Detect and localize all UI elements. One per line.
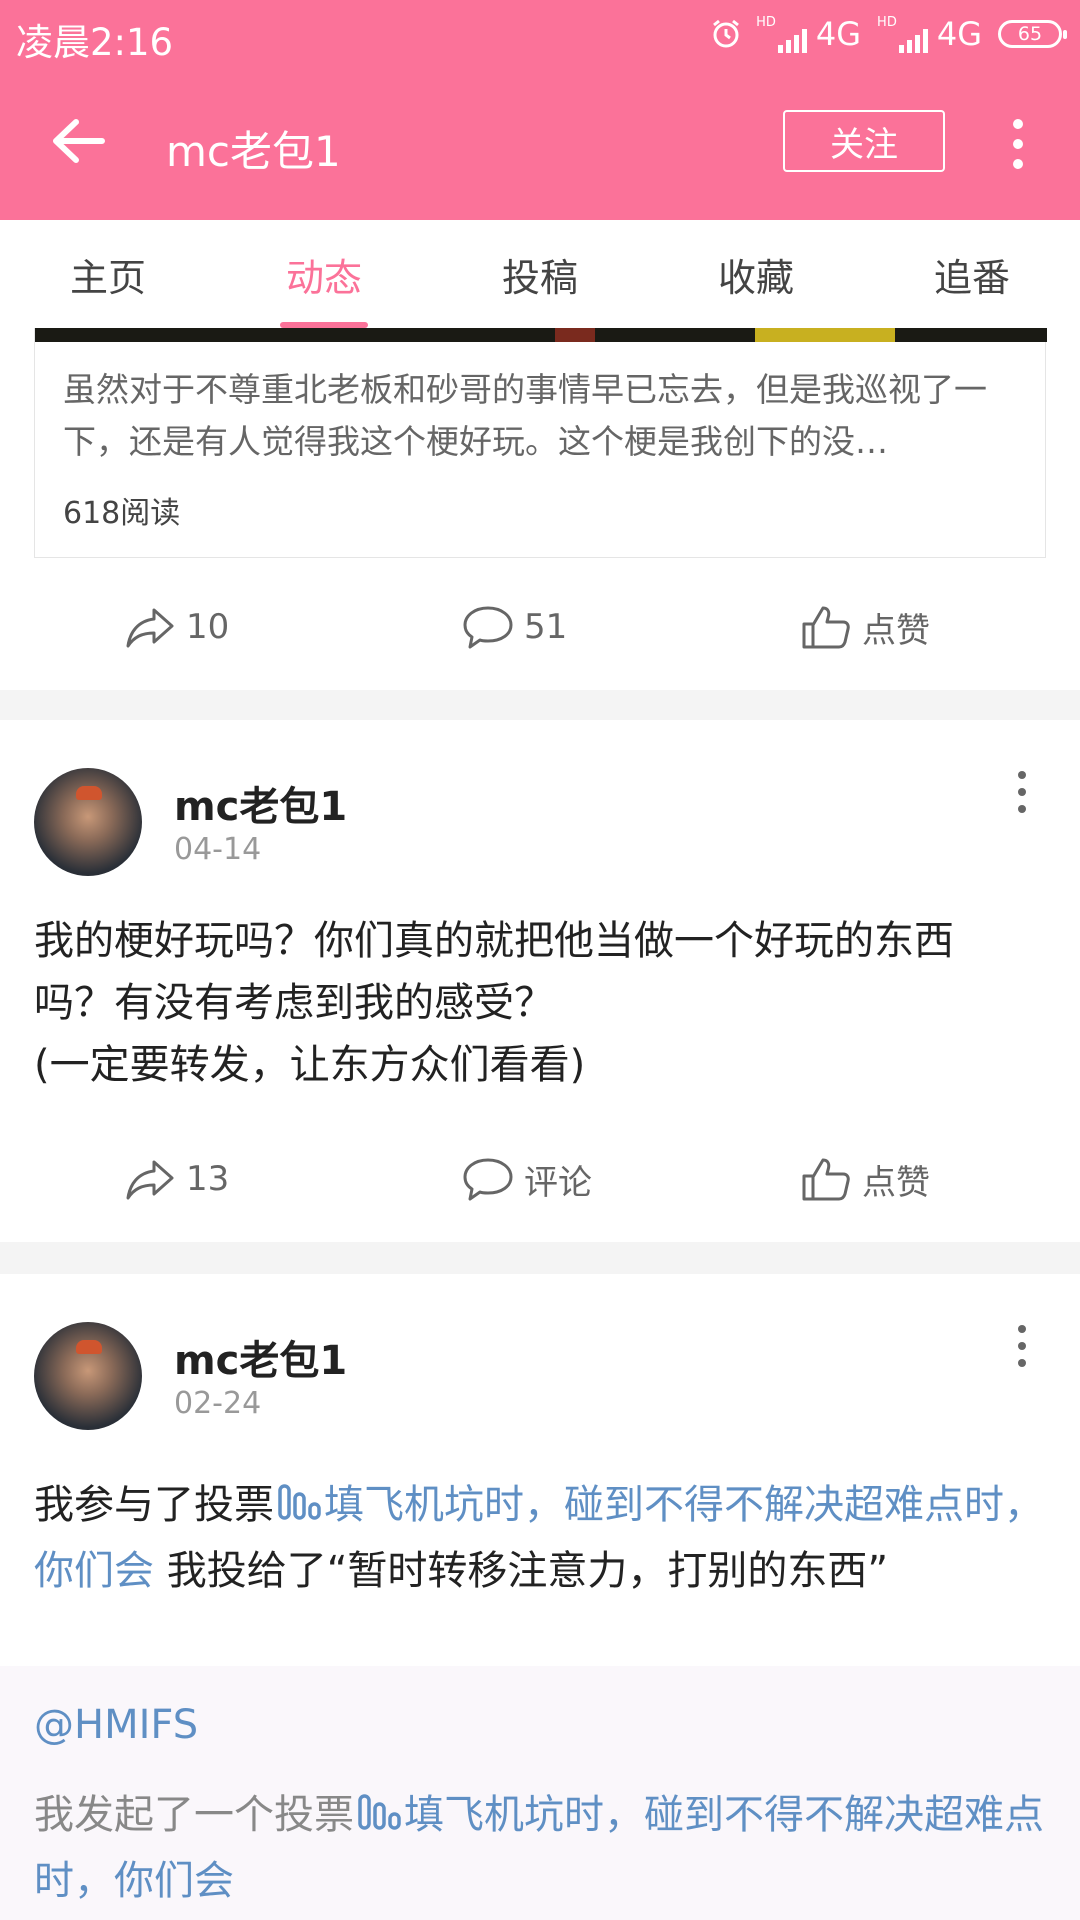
- vote-choice: 我投给了“暂时转移注意力，打别的东西”: [154, 1548, 889, 1594]
- status-time: 凌晨2:16: [16, 21, 174, 64]
- page-title: mc老包1: [166, 127, 341, 176]
- post-text-line: 吗？有没有考虑到我的感受？: [34, 980, 554, 1026]
- post-card: mc老包1 04-14 我的梗好玩吗？你们真的就把他当做一个好玩的东西 吗？有没…: [0, 720, 1080, 1242]
- post-text[interactable]: 我的梗好玩吗？你们真的就把他当做一个好玩的东西 吗？有没有考虑到我的感受？ (一…: [34, 910, 1046, 1096]
- share-button[interactable]: 10: [124, 592, 229, 662]
- post-card: 虽然对于不尊重北老板和砂哥的事情早已忘去，但是我巡视了一下，还是有人觉得我这个梗…: [0, 328, 1080, 690]
- app-bar: mc老包1 关注: [0, 68, 1080, 220]
- hd-label: HD: [877, 15, 897, 30]
- tab-submissions[interactable]: 投稿: [432, 220, 648, 328]
- article-preview[interactable]: 虽然对于不尊重北老板和砂哥的事情早已忘去，但是我巡视了一下，还是有人觉得我这个梗…: [34, 328, 1047, 558]
- like-button[interactable]: 点赞: [800, 1144, 930, 1214]
- share-count: 13: [186, 1159, 230, 1199]
- share-icon: [126, 1160, 174, 1200]
- comment-icon: [463, 1158, 513, 1201]
- battery-icon: 65: [998, 20, 1067, 48]
- article-excerpt: 虽然对于不尊重北老板和砂哥的事情早已忘去，但是我巡视了一下，还是有人觉得我这个梗…: [63, 370, 987, 461]
- username[interactable]: mc老包1: [174, 774, 347, 832]
- network-type: 4G: [936, 15, 982, 53]
- quote-prefix: 我发起了一个投票: [34, 1792, 354, 1838]
- article-cover-image: [35, 328, 1047, 342]
- status-bar: 凌晨2:16 HD 4G HD 4G 65: [0, 0, 1080, 68]
- avatar[interactable]: [34, 768, 142, 876]
- follow-button[interactable]: 关注: [783, 110, 945, 172]
- username[interactable]: mc老包1: [174, 1328, 347, 1386]
- more-vert-icon[interactable]: [1012, 770, 1032, 814]
- like-label: 点赞: [862, 610, 930, 651]
- more-vert-icon[interactable]: [1004, 118, 1032, 170]
- battery-level: 65: [1017, 23, 1043, 45]
- thumbs-up-icon: [802, 1158, 850, 1201]
- share-button[interactable]: 13: [124, 1144, 229, 1214]
- network-type: 4G: [815, 15, 862, 53]
- share-icon: [126, 608, 174, 648]
- avatar[interactable]: [34, 1322, 142, 1430]
- post-text[interactable]: 我参与了投票 填飞机坑时，碰到不得不解决超难点时，你们会 我投给了“暂时转移注意力…: [34, 1472, 1046, 1604]
- comment-button[interactable]: 51: [462, 592, 567, 662]
- action-bar: 10 51 点赞: [0, 592, 1080, 662]
- tab-dynamics[interactable]: 动态: [216, 220, 432, 328]
- post-card: mc老包1 02-24 我参与了投票 填飞机坑时，碰到不得不解决超难点时，你们会 …: [0, 1274, 1080, 1920]
- tab-favorites[interactable]: 收藏: [648, 220, 864, 328]
- vote-prefix: 我参与了投票: [34, 1482, 274, 1528]
- hd-label: HD: [756, 15, 776, 30]
- alarm-icon: [713, 19, 740, 48]
- vote-icon: [358, 1794, 401, 1830]
- comment-button[interactable]: 评论: [462, 1144, 592, 1214]
- like-button[interactable]: 点赞: [800, 592, 930, 662]
- comment-icon: [463, 606, 513, 649]
- vote-icon: [278, 1484, 321, 1520]
- more-vert-icon[interactable]: [1012, 1324, 1032, 1368]
- mention-link[interactable]: @HMIFS: [34, 1702, 198, 1748]
- like-label: 点赞: [862, 1162, 930, 1203]
- quoted-text: 我发起了一个投票 填飞机坑时，碰到不得不解决超难点时，你们会: [34, 1782, 1046, 1914]
- post-date: 04-14: [174, 832, 262, 867]
- tab-following-anime[interactable]: 追番: [864, 220, 1080, 328]
- read-count: 618阅读: [63, 496, 181, 531]
- signal-1: HD 4G: [756, 15, 861, 53]
- signal-bars-icon: [898, 27, 931, 53]
- quoted-post[interactable]: @HMIFS 我发起了一个投票 填飞机坑时，碰到不得不解决超难点时，你们会: [0, 1666, 1080, 1920]
- post-text-line: (一定要转发，让东方众们看看): [34, 1042, 586, 1088]
- back-arrow-icon[interactable]: [48, 116, 108, 166]
- feed[interactable]: 虽然对于不尊重北老板和砂哥的事情早已忘去，但是我巡视了一下，还是有人觉得我这个梗…: [0, 328, 1080, 1920]
- signal-bars-icon: [777, 27, 810, 53]
- tab-home[interactable]: 主页: [0, 220, 216, 328]
- share-count: 10: [186, 607, 230, 647]
- thumbs-up-icon: [802, 606, 850, 649]
- tab-bar: 主页 动态 投稿 收藏 追番: [0, 220, 1080, 329]
- signal-2: HD 4G: [877, 15, 982, 53]
- comment-count: 51: [524, 607, 568, 647]
- post-text-line: 我的梗好玩吗？你们真的就把他当做一个好玩的东西: [34, 918, 954, 964]
- action-bar: 13 评论 点赞: [0, 1144, 1080, 1214]
- post-date: 02-24: [174, 1386, 262, 1421]
- status-icons: HD 4G HD 4G 65: [710, 14, 1067, 54]
- comment-label: 评论: [524, 1162, 592, 1203]
